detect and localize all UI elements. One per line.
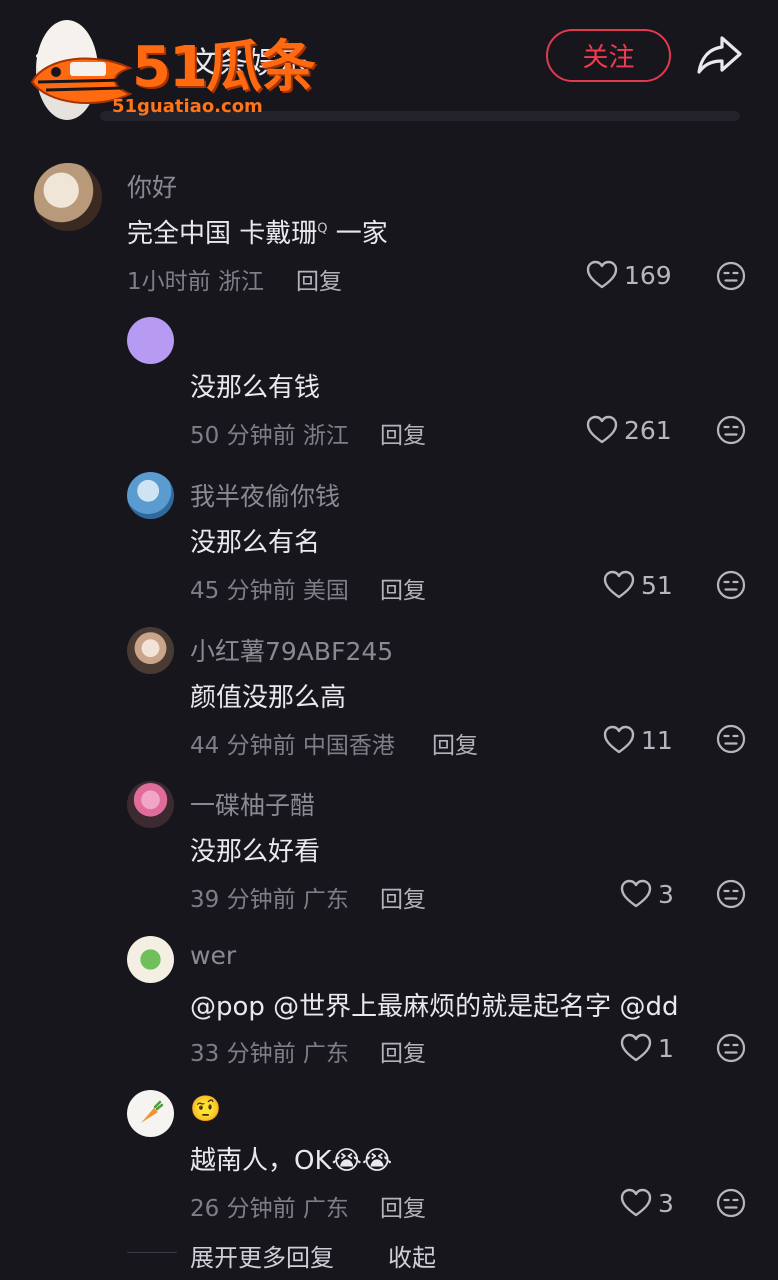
reply-button[interactable]: 回复 — [380, 1189, 426, 1223]
like-count: 11 — [641, 725, 673, 755]
dislike-face-icon[interactable] — [716, 570, 746, 600]
reply-button[interactable]: 回复 — [380, 416, 426, 450]
collapse-replies-button[interactable]: 收起 — [388, 1238, 436, 1273]
comment-author[interactable]: 小红薯79ABF245 — [190, 632, 393, 668]
reply-button[interactable]: 回复 — [296, 262, 342, 296]
comment-text-main: 完全中国 卡戴珊 — [127, 219, 318, 249]
like-button[interactable]: 3 — [620, 1188, 674, 1218]
avatar[interactable] — [34, 163, 102, 231]
comment-text[interactable]: 颜值没那么高 — [190, 677, 346, 714]
like-count: 3 — [658, 1188, 674, 1218]
like-count: 261 — [624, 415, 672, 445]
heart-icon — [620, 1188, 652, 1217]
comment-time: 45 分钟前 — [190, 578, 296, 604]
comment-time: 26 分钟前 — [190, 1196, 296, 1222]
comment-meta: 45 分钟前 美国 — [190, 571, 349, 605]
dislike-face-icon[interactable] — [716, 1188, 746, 1218]
top-bar: 文条娱乐 关注 51瓜条 51guatiao.com — [0, 0, 778, 130]
like-button[interactable]: 11 — [603, 725, 673, 755]
dislike-face-icon[interactable] — [716, 724, 746, 754]
follow-button[interactable]: 关注 — [546, 29, 671, 82]
watermark-brand: 51瓜条 — [132, 35, 316, 100]
avatar[interactable] — [127, 472, 174, 519]
comment-author[interactable]: 🤨 — [190, 1094, 221, 1124]
like-count: 51 — [641, 570, 673, 600]
carrot-icon — [141, 1100, 164, 1123]
comment-meta: 44 分钟前 中国香港 — [190, 726, 395, 760]
watermark-logo: 51瓜条 51guatiao.com — [26, 38, 316, 120]
comment-time: 39 分钟前 — [190, 887, 296, 913]
share-icon[interactable] — [696, 34, 744, 76]
reply-button[interactable]: 回复 — [380, 880, 426, 914]
dislike-face-icon[interactable] — [716, 261, 746, 291]
comment-text[interactable]: 没那么有名 — [190, 522, 320, 559]
comment-text[interactable]: @pop @世界上最麻烦的就是起名字 @dd — [190, 986, 678, 1023]
like-count: 3 — [658, 879, 674, 909]
heart-icon — [603, 570, 635, 599]
comment-time: 50 分钟前 — [190, 423, 296, 449]
comment-meta: 39 分钟前 广东 — [190, 880, 349, 914]
heart-icon — [620, 1033, 652, 1062]
dislike-face-icon[interactable] — [716, 415, 746, 445]
avatar[interactable] — [127, 627, 174, 674]
comment-meta: 33 分钟前 广东 — [190, 1034, 349, 1068]
comment-meta: 1小时前 浙江 — [127, 262, 264, 296]
comment-location: 广东 — [302, 887, 349, 913]
avatar[interactable] — [127, 936, 174, 983]
comment-location: 中国香港 — [302, 733, 395, 759]
expand-more-replies-button[interactable]: 展开更多回复 — [190, 1238, 334, 1273]
comment-location: 浙江 — [302, 423, 349, 449]
thread-line — [127, 1252, 177, 1253]
comment-time: 33 分钟前 — [190, 1041, 296, 1067]
heart-icon — [603, 725, 635, 754]
dislike-face-icon[interactable] — [716, 879, 746, 909]
comment-text[interactable]: 越南人，OK😭😭 — [190, 1140, 392, 1177]
dislike-face-icon[interactable] — [716, 1033, 746, 1063]
watermark-url: 51guatiao.com — [112, 96, 263, 117]
search-icon[interactable]: Q — [317, 221, 327, 236]
comment-location: 美国 — [302, 578, 349, 604]
like-button[interactable]: 3 — [620, 879, 674, 909]
heart-icon — [586, 260, 618, 289]
like-button[interactable]: 1 — [620, 1033, 674, 1063]
comment-location: 浙江 — [217, 269, 264, 295]
comment-meta: 26 分钟前 广东 — [190, 1189, 349, 1223]
comments-screen: 文条娱乐 关注 51瓜条 51guatiao.com 你好 完全中国 卡戴珊Q … — [0, 0, 778, 1280]
avatar[interactable] — [127, 1090, 174, 1137]
comment-author[interactable]: 一碟柚子醋 — [190, 786, 315, 822]
like-button[interactable]: 261 — [586, 415, 672, 445]
comment-time: 1小时前 — [127, 269, 211, 295]
heart-icon — [586, 415, 618, 444]
comment-author[interactable]: 我半夜偷你钱 — [190, 477, 340, 513]
like-count: 1 — [658, 1033, 674, 1063]
comment-text-suffix: 一家 — [327, 219, 388, 249]
like-button[interactable]: 169 — [586, 260, 672, 290]
avatar[interactable] — [127, 317, 174, 364]
reply-button[interactable]: 回复 — [432, 726, 478, 760]
comment-location: 广东 — [302, 1041, 349, 1067]
heart-icon — [620, 879, 652, 908]
like-button[interactable]: 51 — [603, 570, 673, 600]
reply-button[interactable]: 回复 — [380, 571, 426, 605]
comment-text[interactable]: 完全中国 卡戴珊Q 一家 — [127, 213, 388, 250]
comment-location: 广东 — [302, 1196, 349, 1222]
reply-button[interactable]: 回复 — [380, 1034, 426, 1068]
comment-text[interactable]: 没那么好看 — [190, 831, 320, 868]
comment-author[interactable]: 你好 — [127, 168, 177, 204]
comment-author[interactable]: wer — [190, 941, 236, 970]
avatar[interactable] — [127, 781, 174, 828]
comment-meta: 50 分钟前 浙江 — [190, 416, 349, 450]
comment-text[interactable]: 没那么有钱 — [190, 367, 320, 404]
comment-time: 44 分钟前 — [190, 733, 296, 759]
like-count: 169 — [624, 260, 672, 290]
